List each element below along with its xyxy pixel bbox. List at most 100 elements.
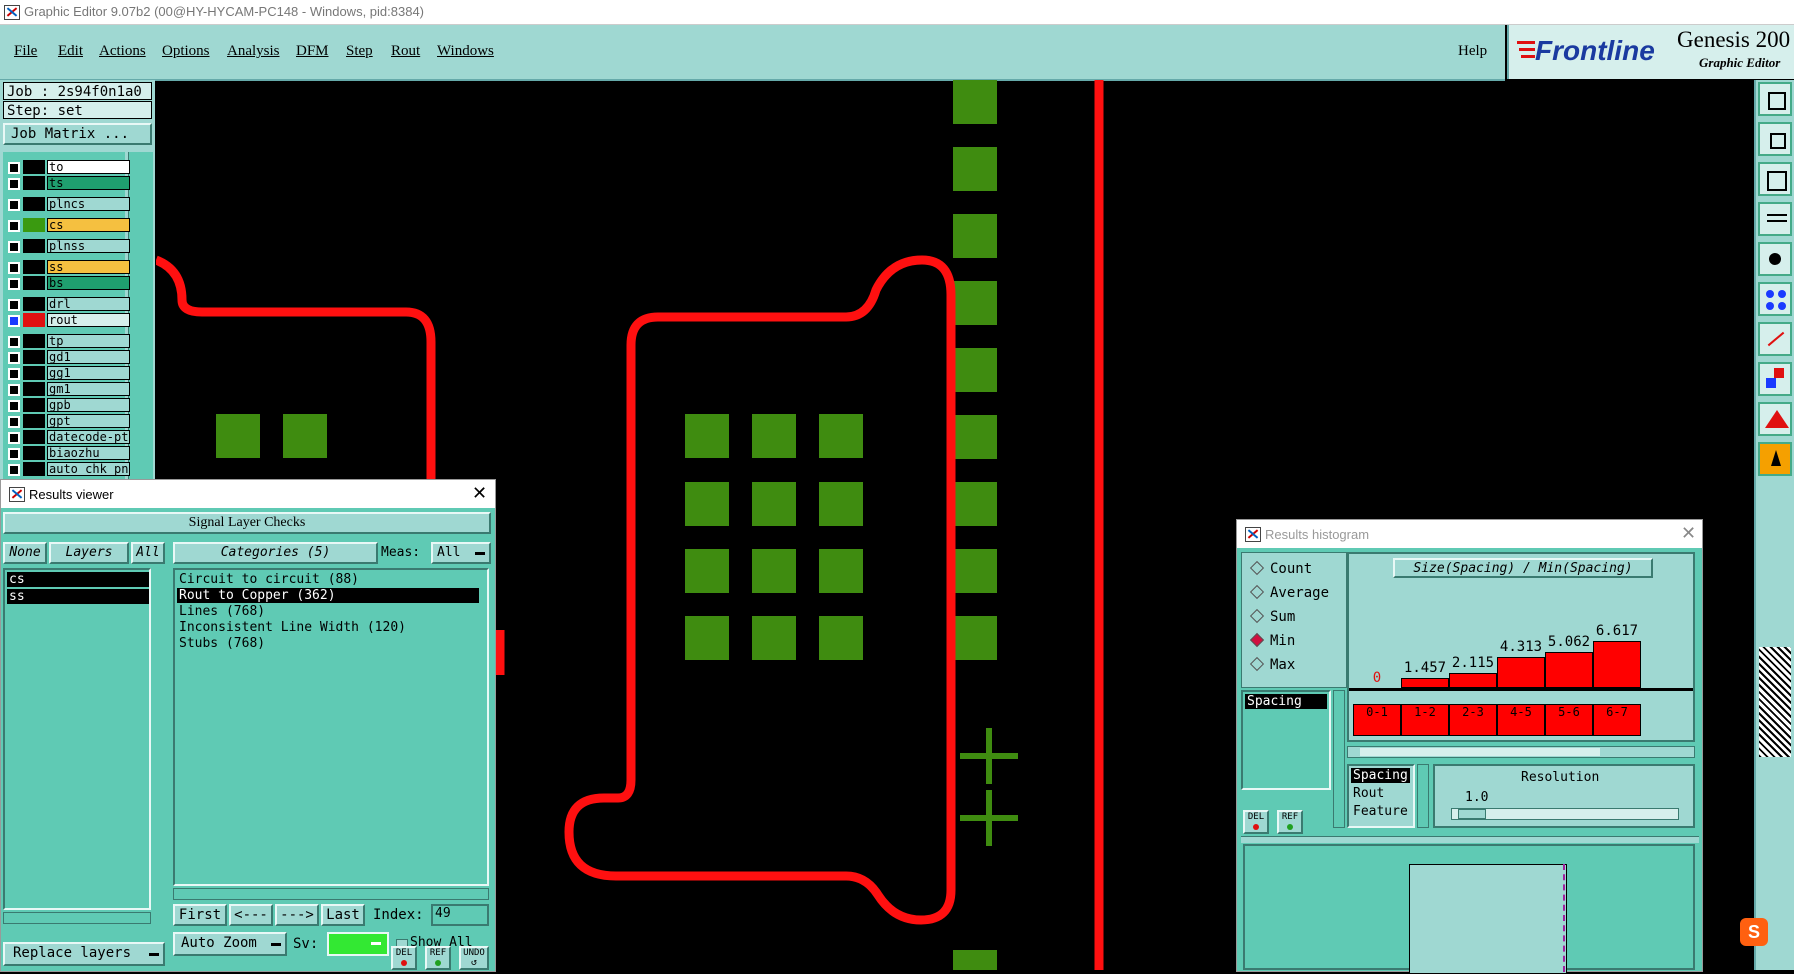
- histogram-bar[interactable]: [1545, 652, 1593, 688]
- layer-color-swatch[interactable]: [23, 350, 45, 364]
- open-icon[interactable]: [1758, 82, 1792, 116]
- first-button[interactable]: First: [173, 904, 227, 926]
- layer-color-swatch[interactable]: [23, 414, 45, 428]
- camera-icon[interactable]: [1758, 242, 1792, 276]
- layer-color-swatch[interactable]: [23, 462, 45, 476]
- auto-zoom-dropdown[interactable]: Auto Zoom: [173, 932, 287, 956]
- layer-color-swatch[interactable]: [23, 313, 45, 327]
- category-hscrollbar[interactable]: [173, 888, 489, 900]
- all-button[interactable]: All: [131, 542, 165, 564]
- property-item[interactable]: Feature: [1353, 804, 1408, 819]
- layer-row-gm1[interactable]: gm1: [6, 382, 130, 396]
- categories-button[interactable]: Categories (5): [173, 542, 378, 564]
- next-button[interactable]: --->: [275, 904, 319, 926]
- layer-name[interactable]: gpt: [47, 414, 130, 428]
- layer-row-rout[interactable]: rout: [6, 313, 130, 327]
- layer-color-swatch[interactable]: [23, 430, 45, 444]
- index-input[interactable]: 49: [431, 904, 489, 926]
- menu-windows[interactable]: Windows: [437, 43, 494, 60]
- menu-rout[interactable]: Rout: [391, 43, 420, 60]
- menu-edit[interactable]: Edit: [58, 43, 83, 60]
- layer-color-swatch[interactable]: [23, 260, 45, 274]
- property-item[interactable]: Spacing: [1351, 768, 1410, 783]
- radio-min[interactable]: Min: [1249, 632, 1295, 649]
- layer-row-ss[interactable]: ss: [6, 260, 130, 274]
- layer-name[interactable]: plncs: [47, 197, 130, 211]
- layer-checkbox[interactable]: [8, 162, 20, 174]
- layer-row-gg1[interactable]: gg1: [6, 366, 130, 380]
- menu-help[interactable]: Help: [1458, 43, 1487, 60]
- layer-row-tp[interactable]: tp: [6, 334, 130, 348]
- bin-range-label[interactable]: 1-2: [1401, 704, 1449, 736]
- layer-list-scrollbar[interactable]: [128, 152, 153, 480]
- network-icon[interactable]: [1758, 282, 1792, 316]
- layer-color-swatch[interactable]: [23, 160, 45, 174]
- histogram-bar[interactable]: [1449, 673, 1497, 688]
- bin-range-label[interactable]: 6-7: [1593, 704, 1641, 736]
- layer-name[interactable]: plnss: [47, 239, 130, 253]
- close-icon[interactable]: ✕: [472, 483, 487, 504]
- radio-count[interactable]: Count: [1249, 560, 1312, 577]
- menu-options[interactable]: Options: [162, 43, 210, 60]
- layer-checkbox[interactable]: [8, 199, 20, 211]
- layer-name[interactable]: to: [47, 160, 130, 174]
- ime-icon[interactable]: S: [1740, 918, 1768, 946]
- menu-dfm[interactable]: DFM: [296, 43, 329, 60]
- layer-row-plncs[interactable]: plncs: [6, 197, 130, 211]
- histogram-list-item[interactable]: Spacing: [1245, 694, 1327, 709]
- layer-color-swatch[interactable]: [23, 334, 45, 348]
- measure-icon[interactable]: [1758, 322, 1792, 356]
- snap-icon[interactable]: [1758, 202, 1792, 236]
- bin-range-label[interactable]: 4-5: [1497, 704, 1545, 736]
- layer-checkbox[interactable]: [8, 368, 20, 380]
- exit-icon[interactable]: [1758, 122, 1792, 156]
- layer-row-gd1[interactable]: gd1: [6, 350, 130, 364]
- layer-name[interactable]: datecode-pt: [47, 430, 130, 444]
- layer-name[interactable]: rout: [47, 313, 130, 327]
- layer-color-swatch[interactable]: [23, 297, 45, 311]
- layer-row-biaozhu[interactable]: biaozhu: [6, 446, 130, 460]
- histogram-list-scrollbar[interactable]: [1333, 690, 1345, 828]
- layers-icon[interactable]: [1758, 362, 1792, 396]
- layer-row-bs[interactable]: bs: [6, 276, 130, 290]
- menu-analysis[interactable]: Analysis: [227, 43, 280, 60]
- prev-button[interactable]: <---: [229, 904, 273, 926]
- layer-row-drl[interactable]: drl: [6, 297, 130, 311]
- del-button[interactable]: DEL: [391, 946, 417, 970]
- fit-icon[interactable]: [1758, 162, 1792, 196]
- layer-checkbox[interactable]: [8, 464, 20, 476]
- category-item[interactable]: Inconsistent Line Width (120): [177, 620, 479, 635]
- layer-name[interactable]: gpb: [47, 398, 130, 412]
- layer-row-gpb[interactable]: gpb: [6, 398, 130, 412]
- layer-name[interactable]: cs: [47, 218, 130, 232]
- property-scrollbar[interactable]: [1417, 764, 1429, 828]
- bin-range-label[interactable]: 5-6: [1545, 704, 1593, 736]
- layer-checkbox[interactable]: [8, 400, 20, 412]
- radio-max[interactable]: Max: [1249, 656, 1295, 673]
- layer-name[interactable]: biaozhu: [47, 446, 130, 460]
- meas-dropdown[interactable]: All: [431, 542, 491, 564]
- layer-checkbox[interactable]: [8, 278, 20, 290]
- layer-name[interactable]: bs: [47, 276, 130, 290]
- radio-average[interactable]: Average: [1249, 584, 1329, 601]
- bin-range-label[interactable]: 0-1: [1353, 704, 1401, 736]
- layer-row-datecode-pt[interactable]: datecode-pt: [6, 430, 130, 444]
- layer-color-swatch[interactable]: [23, 239, 45, 253]
- layer-color-swatch[interactable]: [23, 197, 45, 211]
- menu-actions[interactable]: Actions: [99, 43, 146, 60]
- sv-color-picker[interactable]: [327, 932, 389, 956]
- layer-checkbox[interactable]: [8, 299, 20, 311]
- layer-name[interactable]: ts: [47, 176, 130, 190]
- result-layer-item[interactable]: cs: [7, 572, 149, 587]
- layer-row-gpt[interactable]: gpt: [6, 414, 130, 428]
- layer-row-cs[interactable]: cs: [6, 218, 130, 232]
- layer-row-to[interactable]: to: [6, 160, 130, 174]
- histogram-bar[interactable]: [1401, 678, 1449, 688]
- layer-color-swatch[interactable]: [23, 398, 45, 412]
- layer-color-swatch[interactable]: [23, 366, 45, 380]
- undo-button[interactable]: UNDO ↺: [459, 946, 489, 970]
- layer-color-swatch[interactable]: [23, 176, 45, 190]
- layer-checkbox[interactable]: [8, 352, 20, 364]
- category-item[interactable]: Stubs (768): [177, 636, 479, 651]
- chart-hscroll-thumb[interactable]: [1360, 748, 1600, 756]
